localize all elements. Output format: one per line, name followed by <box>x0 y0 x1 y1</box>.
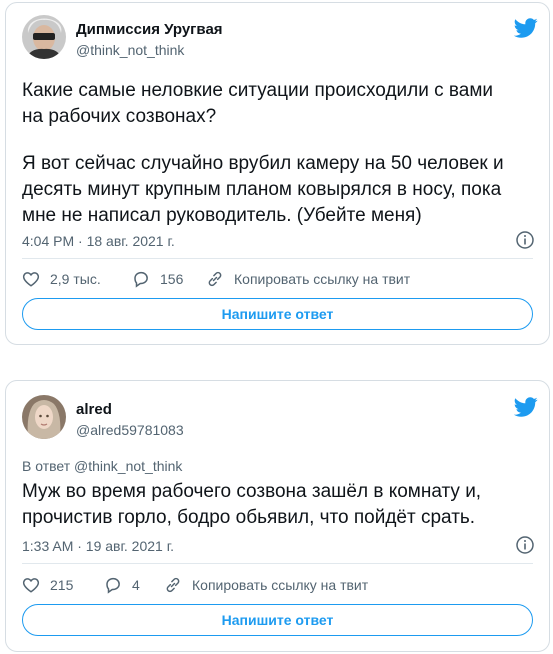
info-icon[interactable] <box>516 231 534 249</box>
tweet-text-line: прочистив горло, бодро обьявил, что пойд… <box>22 507 476 528</box>
author-name[interactable]: Дипмиссия Уругвая <box>76 21 223 38</box>
like-count: 215 <box>50 577 74 593</box>
like-action[interactable]: 2,9 тыс. <box>22 270 101 288</box>
reply-action[interactable]: 156 <box>132 270 183 288</box>
author-name[interactable]: alred <box>76 401 112 418</box>
replying-to[interactable]: В ответ @think_not_think <box>22 458 182 474</box>
twitter-bird-icon[interactable] <box>514 16 538 40</box>
timestamp[interactable]: 4:04 PM · 18 авг. 2021 г. <box>22 233 175 249</box>
like-count: 2,9 тыс. <box>50 271 101 287</box>
tweet-text-line: на рабочих созвонах? <box>22 106 217 127</box>
heart-icon <box>22 272 40 287</box>
speech-bubble-icon <box>134 271 148 288</box>
avatar[interactable] <box>22 15 66 59</box>
copy-link-label: Копировать ссылку на твит <box>234 271 411 287</box>
tweet-text-line: Муж во время рабочего созвона зашёл в ко… <box>22 481 482 502</box>
timestamp[interactable]: 1:33 AM · 19 авг. 2021 г. <box>22 538 174 554</box>
tweet-card-1[interactable]: Дипмиссия Уругвая @think_not_think Какие… <box>5 2 550 345</box>
divider <box>22 258 533 259</box>
author-handle[interactable]: @alred59781083 <box>76 422 184 438</box>
reply-count: 4 <box>132 577 140 593</box>
tweet-text-line: Я вот сейчас случайно врубил камеру на 5… <box>22 153 504 174</box>
divider <box>22 563 533 564</box>
copy-link-action[interactable]: Копировать ссылку на твит <box>206 270 410 288</box>
heart-icon <box>22 578 40 593</box>
link-icon <box>208 271 222 287</box>
avatar[interactable] <box>22 395 66 439</box>
author-handle[interactable]: @think_not_think <box>76 42 184 58</box>
info-icon[interactable] <box>516 536 534 554</box>
reply-button[interactable]: Напишите ответ <box>22 298 533 330</box>
link-icon <box>166 577 180 593</box>
speech-bubble-icon <box>106 577 120 594</box>
like-action[interactable]: 215 <box>22 576 73 594</box>
reply-count: 156 <box>160 271 184 287</box>
reply-action[interactable]: 4 <box>104 576 140 594</box>
tweet-text-line: Какие самые неловкие ситуации происходил… <box>22 80 494 101</box>
tweet-card-2[interactable]: alred @alred59781083 В ответ @think_not_… <box>5 380 550 652</box>
copy-link-action[interactable]: Копировать ссылку на твит <box>164 576 368 594</box>
reply-button[interactable]: Напишите ответ <box>22 604 533 636</box>
tweet-text-line: мне не написал руководитель. (Убейте мен… <box>22 205 422 226</box>
tweet-text-line: десять минут крупным планом ковырялся в … <box>22 179 502 200</box>
twitter-bird-icon[interactable] <box>514 395 538 419</box>
copy-link-label: Копировать ссылку на твит <box>192 577 369 593</box>
